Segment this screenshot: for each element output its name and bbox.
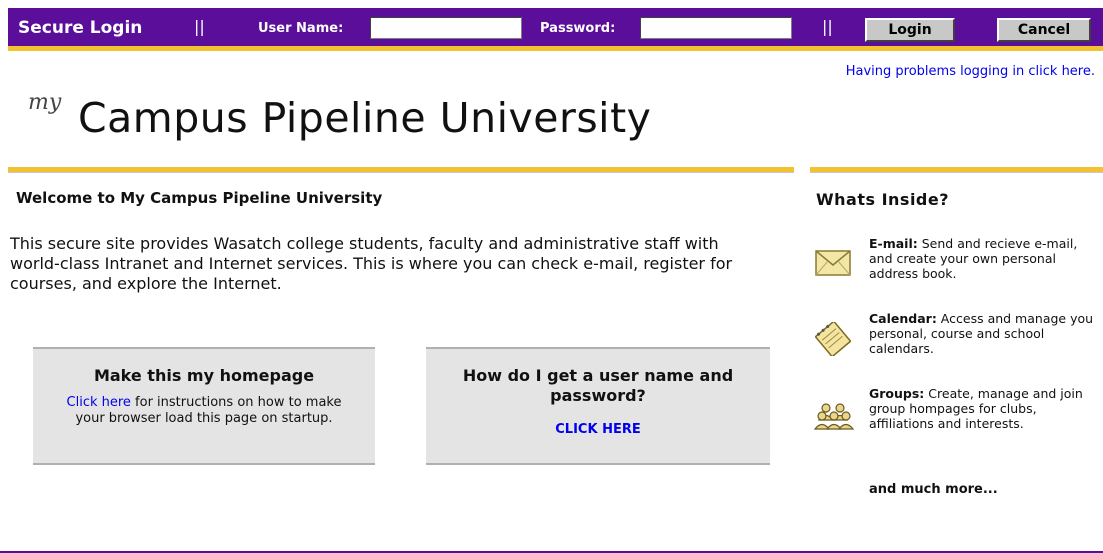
cancel-button[interactable]: Cancel [997,18,1091,42]
site-logo: Campus Pipeline University [78,94,652,142]
and-much-more-text: and much more... [869,482,998,497]
people-group-icon [814,403,854,430]
username-input[interactable] [370,17,522,39]
feature-groups-name: Groups: [869,386,925,401]
homepage-box-text: Click here for instructions on how to ma… [54,395,354,427]
separator: || [822,17,833,36]
username-box: How do I get a user name and password? C… [426,347,770,465]
username-box-title: How do I get a user name and password? [462,366,734,405]
password-label: Password: [540,21,616,36]
sidebar-divider-shadow [810,172,1103,173]
feature-calendar: Calendar: Access and manage you personal… [869,311,1101,356]
separator: || [194,17,205,36]
welcome-heading: Welcome to My Campus Pipeline University [16,189,383,207]
username-label: User Name: [258,21,344,36]
homepage-box: Make this my homepage Click here for ins… [33,347,375,465]
welcome-text: This secure site provides Wasatch colleg… [10,234,733,293]
homepage-instructions-link[interactable]: Click here [67,395,131,410]
login-bar: Secure Login || User Name: Password: || … [0,0,1103,54]
main-divider-shadow [8,172,794,173]
login-button[interactable]: Login [865,18,955,42]
homepage-box-title: Make this my homepage [93,366,315,385]
get-username-link[interactable]: CLICK HERE [555,422,640,437]
sidebar-heading: Whats Inside? [816,190,950,209]
feature-calendar-name: Calendar: [869,311,937,326]
logo-prefix: my [28,90,62,115]
secure-login-title: Secure Login [18,18,143,38]
feature-groups: Groups: Create, manage and join group ho… [869,386,1101,431]
envelope-icon [815,250,851,276]
feature-email: E-mail: Send and recieve e-mail, and cre… [869,236,1101,281]
login-bar-gold-stripe [8,46,1103,51]
login-help-link[interactable]: Having problems logging in click here. [846,64,1095,79]
username-box-link-wrap: CLICK HERE [426,422,770,438]
password-input[interactable] [640,17,792,39]
notepad-icon [815,322,851,356]
feature-email-name: E-mail: [869,236,918,251]
